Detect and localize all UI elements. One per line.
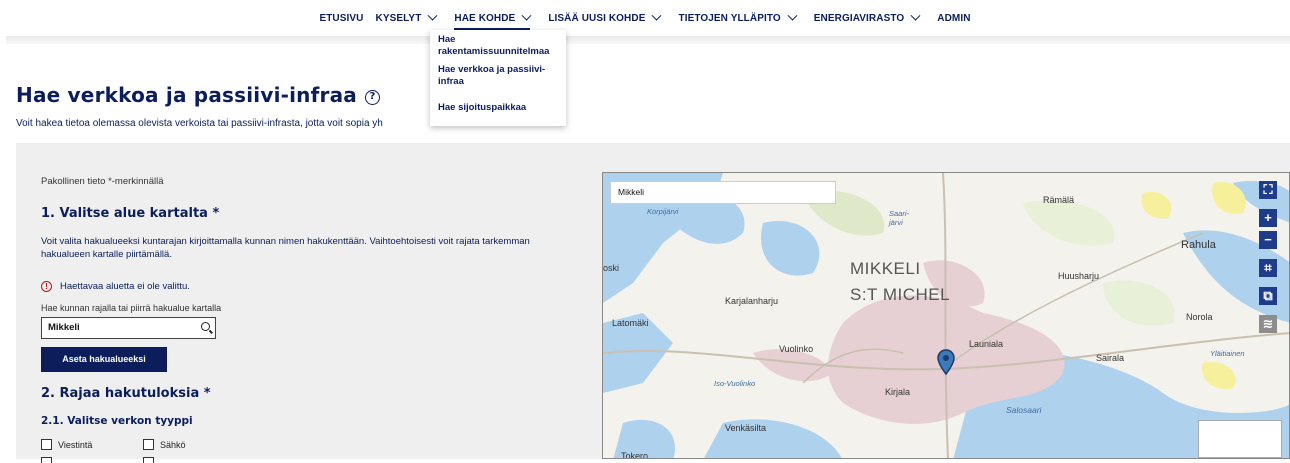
map-label-iso-vuolinko: Iso-Vuolinko — [714, 379, 756, 388]
chevron-down-icon — [652, 10, 662, 21]
map-label-rahula: Rahula — [1181, 239, 1216, 251]
nav-label: ETUSIVU — [319, 12, 364, 24]
map-label-mikkeli: MIKKELI — [850, 259, 921, 278]
map-label-kirjala: Kirjala — [885, 387, 911, 397]
nav-label: ADMIN — [937, 12, 971, 24]
map-label-vuolinko: Vuolinko — [779, 344, 814, 354]
map-label-oski: oski — [603, 263, 620, 273]
hae-kohde-dropdown: Hae rakentamissuunnitelmaa Hae verkkoa j… — [430, 30, 566, 126]
nav-label: HAE KOHDE — [454, 12, 516, 24]
mandatory-note: Pakollinen tieto *-merkinnällä — [41, 176, 164, 187]
set-area-button[interactable]: Aseta hakualueeksi — [41, 347, 167, 372]
zoom-in-icon[interactable]: + — [1259, 209, 1277, 227]
map-label-karjalanharju: Karjalanharju — [725, 296, 779, 306]
dropdown-item-verkko[interactable]: Hae verkkoa ja passiivi-infraa — [438, 64, 558, 88]
edit-area-icon[interactable]: ⧉ — [1259, 287, 1277, 305]
error-text: Haettavaa aluetta ei ole valittu. — [60, 281, 190, 292]
map-label-sairala: Sairala — [1096, 353, 1125, 363]
checkbox-box[interactable] — [41, 439, 52, 450]
nav-label: TIETOJEN YLLÄPITO — [678, 12, 781, 24]
nav-item-etusivu[interactable]: ETUSIVU — [313, 0, 369, 36]
map-label-latomaki: Latomäki — [612, 318, 649, 328]
page-title: Hae verkkoa ja passiivi-infraa? — [16, 83, 380, 107]
nav-label: LISÄÄ UUSI KOHDE — [548, 12, 646, 24]
page-subtitle: Voit hakea tietoa olemassa olevista verk… — [16, 118, 383, 129]
map-label-ylaitiainen: Yläitiainen — [1210, 349, 1245, 358]
fullscreen-icon[interactable]: ⛶ — [1259, 181, 1277, 199]
map-label-ramala: Rämälä — [1043, 195, 1075, 205]
top-navigation: ETUSIVU KYSELYT HAE KOHDE LISÄÄ UUSI KOH… — [0, 0, 1290, 36]
checkbox-viestinta[interactable]: Viestintä — [41, 439, 92, 450]
dropdown-item-rakentamissuunnitelma[interactable]: Hae rakentamissuunnitelmaa — [438, 34, 558, 58]
checkbox-box[interactable] — [41, 457, 52, 463]
dropdown-item-sijoituspaikka[interactable]: Hae sijoituspaikkaa — [438, 102, 558, 114]
checkbox-sahko[interactable]: Sähkö — [143, 439, 186, 450]
map-label-salosaari: Salosaari — [1006, 405, 1042, 415]
map-label-huusharju: Huusharju — [1058, 271, 1100, 281]
error-icon: ! — [41, 281, 52, 292]
municipality-search-input[interactable]: Mikkeli — [41, 317, 216, 339]
checkbox-label: Viestintä — [58, 439, 93, 450]
checkbox-box[interactable] — [143, 457, 154, 463]
layers-icon[interactable]: ≋ — [1259, 315, 1277, 333]
checkbox-box[interactable] — [143, 439, 154, 450]
step1-description: Voit valita hakualueeksi kuntarajan kirj… — [41, 236, 530, 260]
chevron-down-icon — [427, 10, 438, 21]
location-pin-icon[interactable] — [937, 349, 955, 375]
draw-area-icon[interactable]: ⌗ — [1259, 259, 1277, 277]
map-label-norola: Norola — [1186, 312, 1213, 322]
search-label: Hae kunnan rajalla tai piirrä hakualue k… — [41, 303, 222, 313]
nav-label: ENERGIAVIRASTO — [813, 12, 905, 24]
nav-item-energiavirasto[interactable]: ENERGIAVIRASTO — [808, 0, 926, 36]
map-label-korpijarvi: Korpijärvi — [647, 207, 679, 216]
help-icon[interactable]: ? — [364, 90, 380, 105]
network-type-heading: 2.1. Valitse verkon tyyppi — [41, 415, 193, 427]
map-view[interactable]: Mikkeli MIKKELI S:T MICHEL Rämälä Rahula… — [602, 172, 1290, 459]
map-label-tokero: Tokero — [621, 451, 649, 459]
checkbox-label: Sähkö — [160, 439, 186, 450]
page-title-text: Hae verkkoa ja passiivi-infraa — [16, 83, 357, 107]
chevron-down-icon — [521, 10, 532, 21]
step2-heading: 2. Rajaa hakutuloksia * — [41, 386, 211, 401]
nav-item-tietojen-yllapito[interactable]: TIETOJEN YLLÄPITO — [672, 0, 801, 36]
step1-heading: 1. Valitse alue kartalta * — [41, 206, 220, 221]
map-overview[interactable] — [1198, 420, 1282, 458]
map-label-saarijarvi: Saari-järvi — [889, 209, 910, 227]
nav-label: KYSELYT — [375, 12, 422, 24]
search-icon[interactable] — [201, 322, 210, 331]
map-label-venkasilta: Venkäsilta — [725, 423, 767, 433]
chevron-down-icon — [787, 10, 798, 21]
search-input-value: Mikkeli — [48, 322, 80, 333]
map-label-st-michel: S:T MICHEL — [850, 285, 951, 304]
zoom-out-icon[interactable]: − — [1259, 231, 1277, 249]
map-label-launiala: Launiala — [969, 339, 1004, 349]
header-divider — [6, 36, 1290, 44]
map-search-input[interactable]: Mikkeli — [610, 181, 836, 204]
chevron-down-icon — [910, 10, 921, 21]
area-error-message: ! Haettavaa aluetta ei ole valittu. — [41, 281, 190, 292]
nav-item-admin[interactable]: ADMIN — [931, 0, 976, 36]
